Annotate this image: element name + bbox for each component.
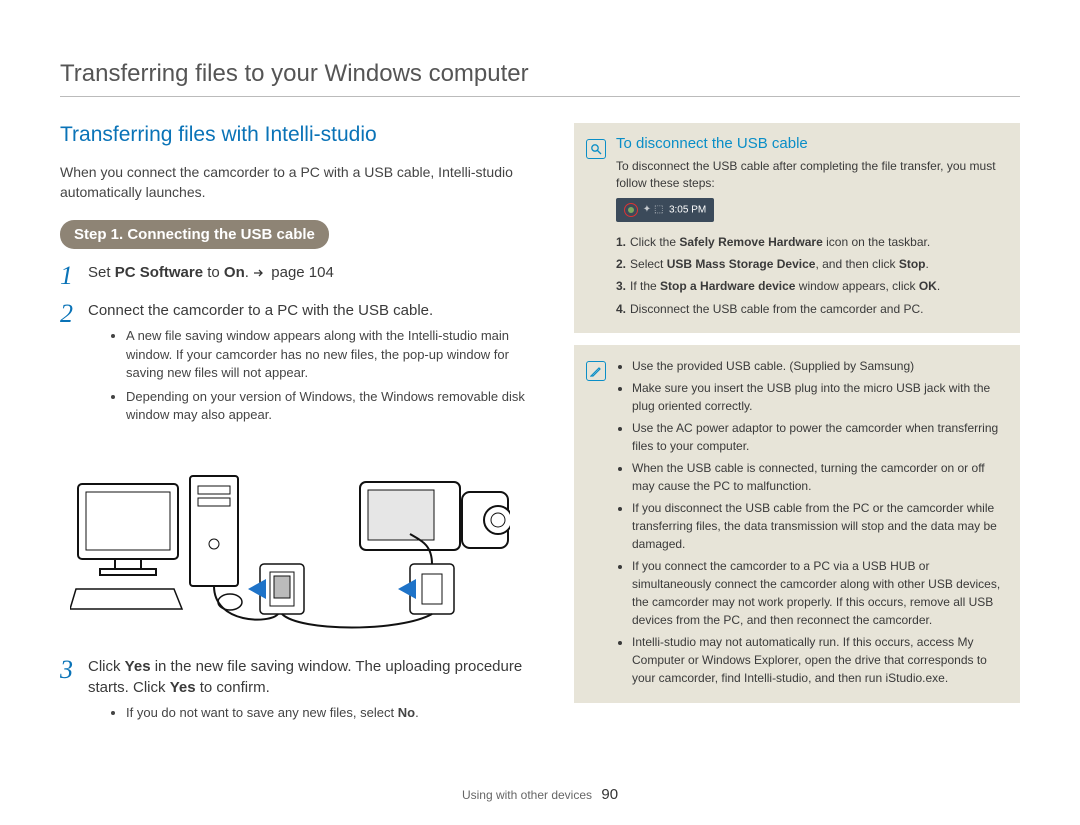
text-bold: Yes [125, 658, 151, 675]
section-title: Transferring files with Intelli-studio [60, 123, 538, 147]
disconnect-title: To disconnect the USB cable [616, 135, 1008, 152]
intro-text: When you connect the camcorder to a PC w… [60, 163, 538, 202]
step-2: 2 Connect the camcorder to a PC with the… [60, 301, 538, 430]
footer-page-number: 90 [601, 786, 618, 803]
note-item: Intelli-studio may not automatically run… [632, 633, 1008, 687]
note-item: Use the provided USB cable. (Supplied by… [632, 357, 1008, 375]
bullet: Depending on your version of Windows, th… [126, 388, 538, 424]
page-title: Transferring files to your Windows compu… [60, 60, 1020, 97]
step-number: 2 [60, 301, 78, 430]
disconnect-info-box: To disconnect the USB cable To disconnec… [574, 123, 1020, 333]
safely-remove-icon [624, 203, 638, 217]
bullet: A new file saving window appears along w… [126, 327, 538, 382]
text: Click [88, 658, 125, 675]
text-bold: On [224, 264, 245, 281]
note-icon [586, 361, 606, 381]
taskbar-tray-image: ✦ ⬚ 3:05 PM [616, 198, 714, 222]
disconnect-intro: To disconnect the USB cable after comple… [616, 158, 1008, 192]
text: in the new file saving window. The uploa… [88, 658, 522, 695]
page-ref-icon [253, 268, 267, 278]
list-item: 4.Disconnect the USB cable from the camc… [616, 299, 1008, 319]
page-ref: page 104 [271, 264, 334, 281]
note-item: Use the AC power adaptor to power the ca… [632, 419, 1008, 455]
step-1: 1 Set PC Software to On. page 104 [60, 263, 538, 289]
bullet: If you do not want to save any new files… [126, 704, 538, 722]
connection-diagram [70, 444, 538, 639]
step-number: 3 [60, 657, 78, 728]
list-item: 1.Click the Safely Remove Hardware icon … [616, 232, 1008, 252]
note-item: If you disconnect the USB cable from the… [632, 499, 1008, 553]
notes-info-box: Use the provided USB cable. (Supplied by… [574, 345, 1020, 703]
text-bold: PC Software [115, 264, 203, 281]
note-item: When the USB cable is connected, turning… [632, 459, 1008, 495]
note-item: Make sure you insert the USB plug into t… [632, 379, 1008, 415]
footer-chapter: Using with other devices [462, 788, 592, 802]
step-3: 3 Click Yes in the new file saving windo… [60, 657, 538, 728]
list-item: 2.Select USB Mass Storage Device, and th… [616, 254, 1008, 274]
note-item: If you connect the camcorder to a PC via… [632, 557, 1008, 629]
list-item: 3.If the Stop a Hardware device window a… [616, 276, 1008, 296]
text: . [245, 264, 253, 281]
step-number: 1 [60, 263, 78, 289]
step-heading-pill: Step 1. Connecting the USB cable [60, 220, 329, 249]
tray-time: 3:05 PM [669, 204, 706, 215]
text: to [203, 264, 224, 281]
magnify-icon [586, 139, 606, 159]
text-bold: Yes [170, 679, 196, 696]
text: Connect the camcorder to a PC with the U… [88, 302, 433, 319]
text: Set [88, 264, 115, 281]
text: to confirm. [196, 679, 270, 696]
page-footer: Using with other devices 90 [0, 786, 1080, 803]
